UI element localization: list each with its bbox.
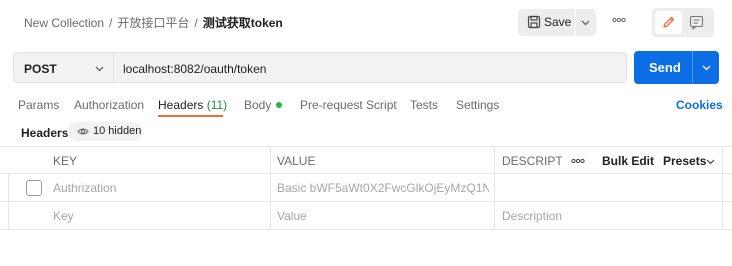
new-description-input[interactable]: Description [502,209,722,223]
tab-authorization[interactable]: Authorization [74,98,144,112]
column-description: DESCRIPTIC [502,154,562,168]
chevron-down-icon [95,66,104,72]
header-key[interactable]: Authrization [53,181,263,195]
save-button[interactable]: Save [518,9,596,36]
column-key: KEY [53,154,78,168]
edit-mode-button[interactable] [655,11,682,34]
tab-headers[interactable]: Headers (11) [158,98,227,112]
new-value-input[interactable]: Value [277,209,487,223]
comment-icon[interactable] [689,15,704,30]
column-divider [722,146,723,230]
request-name[interactable]: 测试获取token [203,16,283,30]
breadcrumb-separator: / [109,16,113,30]
tab-body[interactable]: Body [244,98,283,112]
request-header: New Collection / 开放接口平台 / 测试获取token Save [0,0,732,44]
row-enable-checkbox[interactable] [26,180,42,196]
bulk-edit-button[interactable]: Bulk Edit [602,154,654,168]
tab-settings[interactable]: Settings [456,98,499,112]
view-toggle [652,8,714,37]
tab-headers-label: Headers [158,98,204,112]
hidden-headers-toggle[interactable]: 10 hidden [67,122,143,141]
table-row-new: Key Value Description [0,202,732,230]
active-tab-indicator [158,115,223,117]
headers-section-label: Headers [21,126,69,140]
tab-headers-count: (11) [206,98,228,112]
breadcrumb-collection[interactable]: New Collection [24,16,104,30]
chevron-down-icon[interactable] [701,62,712,73]
breadcrumb: New Collection / 开放接口平台 / 测试获取token [24,14,283,31]
new-key-input[interactable]: Key [53,209,263,223]
body-indicator-dot [276,102,283,108]
send-label: Send [649,60,681,75]
more-options-icon[interactable] [612,15,626,25]
column-divider [494,146,495,230]
save-icon [527,15,541,29]
url-input[interactable]: localhost:8082/oauth/token [113,52,627,83]
save-label: Save [544,15,572,29]
tab-tests[interactable]: Tests [410,98,438,112]
url-text: localhost:8082/oauth/token [123,62,267,76]
cookies-link[interactable]: Cookies [676,98,723,112]
column-value: VALUE [277,154,316,168]
presets-button[interactable]: Presets [663,154,706,168]
chevron-down-icon[interactable] [705,156,716,167]
table-row: Authrization Basic bWF5aWt0X2FwcGlkOjEyM… [0,174,732,202]
tab-params[interactable]: Params [18,98,59,112]
header-value[interactable]: Basic bWF5aWt0X2FwcGlkOjEyMzQ1Ng== [277,181,489,195]
hidden-headers-label: 10 hidden [93,125,142,137]
send-button[interactable]: Send [634,51,719,84]
column-divider [270,146,271,230]
tab-body-label: Body [244,98,272,112]
pencil-icon [663,16,675,28]
method-label: POST [24,62,57,76]
more-options-icon[interactable] [571,158,585,164]
divider [575,9,576,36]
divider [692,51,693,84]
column-divider [8,174,9,230]
chevron-down-icon[interactable] [580,17,591,28]
breadcrumb-separator: / [194,16,198,30]
request-tabs: Params Authorization Headers (11) Body P… [0,95,732,119]
tab-pre-request-script[interactable]: Pre-request Script [300,98,397,112]
breadcrumb-folder[interactable]: 开放接口平台 [117,16,189,30]
eye-icon [77,128,89,135]
method-select[interactable]: POST [13,52,113,83]
table-header-row: KEY VALUE DESCRIPTIC Bulk Edit Presets [0,146,732,174]
